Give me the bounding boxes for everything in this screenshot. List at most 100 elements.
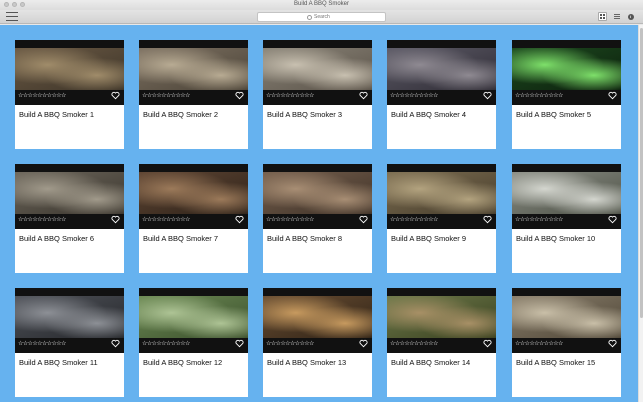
- video-thumbnail[interactable]: ☆☆☆☆☆☆☆☆☆☆: [139, 288, 248, 353]
- video-thumbnail[interactable]: ☆☆☆☆☆☆☆☆☆☆: [263, 164, 372, 229]
- thumbnail-image: [263, 296, 372, 338]
- star-rating[interactable]: ☆☆☆☆☆☆☆☆☆☆: [390, 217, 438, 224]
- star-rating[interactable]: ☆☆☆☆☆☆☆☆☆☆: [142, 341, 190, 348]
- heart-icon[interactable]: [235, 215, 244, 224]
- video-title: Build A BBQ Smoker 6: [19, 234, 95, 243]
- star-rating[interactable]: ☆☆☆☆☆☆☆☆☆☆: [142, 93, 190, 100]
- star-rating[interactable]: ☆☆☆☆☆☆☆☆☆☆: [266, 341, 314, 348]
- menu-icon[interactable]: [6, 12, 18, 21]
- video-card[interactable]: ☆☆☆☆☆☆☆☆☆☆ Build A BBQ Smoker 1: [15, 40, 124, 149]
- title-bar: Build A BBQ Smoker: [0, 0, 643, 10]
- star-rating[interactable]: ☆☆☆☆☆☆☆☆☆☆: [390, 341, 438, 348]
- heart-icon[interactable]: [608, 91, 617, 100]
- video-thumbnail[interactable]: ☆☆☆☆☆☆☆☆☆☆: [15, 288, 124, 353]
- video-card[interactable]: ☆☆☆☆☆☆☆☆☆☆ Build A BBQ Smoker 7: [139, 164, 248, 273]
- thumbnail-image: [263, 172, 372, 214]
- video-title: Build A BBQ Smoker 5: [516, 110, 592, 119]
- video-title: Build A BBQ Smoker 10: [516, 234, 596, 243]
- thumbnail-image: [387, 172, 496, 214]
- search-icon: [307, 14, 312, 20]
- video-card[interactable]: ☆☆☆☆☆☆☆☆☆☆ Build A BBQ Smoker 12: [139, 288, 248, 397]
- video-thumbnail[interactable]: ☆☆☆☆☆☆☆☆☆☆: [512, 288, 621, 353]
- video-card[interactable]: ☆☆☆☆☆☆☆☆☆☆ Build A BBQ Smoker 10: [512, 164, 621, 273]
- video-thumbnail[interactable]: ☆☆☆☆☆☆☆☆☆☆: [387, 288, 496, 353]
- heart-icon[interactable]: [608, 339, 617, 348]
- thumbnail-image: [139, 296, 248, 338]
- video-thumbnail[interactable]: ☆☆☆☆☆☆☆☆☆☆: [15, 164, 124, 229]
- grid-view-icon: [600, 14, 605, 19]
- video-card[interactable]: ☆☆☆☆☆☆☆☆☆☆ Build A BBQ Smoker 4: [387, 40, 496, 149]
- video-title: Build A BBQ Smoker 4: [391, 110, 467, 119]
- video-thumbnail[interactable]: ☆☆☆☆☆☆☆☆☆☆: [15, 40, 124, 105]
- star-rating[interactable]: ☆☆☆☆☆☆☆☆☆☆: [18, 93, 66, 100]
- video-thumbnail[interactable]: ☆☆☆☆☆☆☆☆☆☆: [512, 164, 621, 229]
- video-grid: ☆☆☆☆☆☆☆☆☆☆ Build A BBQ Smoker 1 ☆☆☆☆☆☆☆☆☆☆…: [0, 25, 638, 402]
- star-rating[interactable]: ☆☆☆☆☆☆☆☆☆☆: [142, 217, 190, 224]
- video-card[interactable]: ☆☆☆☆☆☆☆☆☆☆ Build A BBQ Smoker 13: [263, 288, 372, 397]
- vertical-scrollbar[interactable]: [638, 25, 643, 402]
- video-card[interactable]: ☆☆☆☆☆☆☆☆☆☆ Build A BBQ Smoker 6: [15, 164, 124, 273]
- thumbnail-image: [387, 296, 496, 338]
- video-thumbnail[interactable]: ☆☆☆☆☆☆☆☆☆☆: [512, 40, 621, 105]
- video-card[interactable]: ☆☆☆☆☆☆☆☆☆☆ Build A BBQ Smoker 8: [263, 164, 372, 273]
- thumbnail-image: [512, 172, 621, 214]
- video-thumbnail[interactable]: ☆☆☆☆☆☆☆☆☆☆: [139, 164, 248, 229]
- heart-icon[interactable]: [359, 339, 368, 348]
- thumbnail-image: [387, 48, 496, 90]
- heart-icon[interactable]: [235, 91, 244, 100]
- heart-icon[interactable]: [608, 215, 617, 224]
- video-title: Build A BBQ Smoker 12: [143, 358, 223, 367]
- star-rating[interactable]: ☆☆☆☆☆☆☆☆☆☆: [266, 93, 314, 100]
- thumbnail-image: [15, 48, 124, 90]
- heart-icon[interactable]: [359, 91, 368, 100]
- star-rating[interactable]: ☆☆☆☆☆☆☆☆☆☆: [515, 93, 563, 100]
- search-input[interactable]: [314, 14, 336, 20]
- video-card[interactable]: ☆☆☆☆☆☆☆☆☆☆ Build A BBQ Smoker 2: [139, 40, 248, 149]
- video-title: Build A BBQ Smoker 9: [391, 234, 467, 243]
- video-card[interactable]: ☆☆☆☆☆☆☆☆☆☆ Build A BBQ Smoker 15: [512, 288, 621, 397]
- star-rating[interactable]: ☆☆☆☆☆☆☆☆☆☆: [266, 217, 314, 224]
- video-card[interactable]: ☆☆☆☆☆☆☆☆☆☆ Build A BBQ Smoker 3: [263, 40, 372, 149]
- heart-icon[interactable]: [359, 215, 368, 224]
- video-thumbnail[interactable]: ☆☆☆☆☆☆☆☆☆☆: [139, 40, 248, 105]
- thumbnail-image: [139, 172, 248, 214]
- heart-icon[interactable]: [235, 339, 244, 348]
- toolbar: i: [0, 10, 643, 24]
- video-title: Build A BBQ Smoker 8: [267, 234, 343, 243]
- video-thumbnail[interactable]: ☆☆☆☆☆☆☆☆☆☆: [387, 40, 496, 105]
- video-thumbnail[interactable]: ☆☆☆☆☆☆☆☆☆☆: [263, 40, 372, 105]
- thumbnail-image: [15, 296, 124, 338]
- star-rating[interactable]: ☆☆☆☆☆☆☆☆☆☆: [18, 217, 66, 224]
- star-rating[interactable]: ☆☆☆☆☆☆☆☆☆☆: [515, 341, 563, 348]
- heart-icon[interactable]: [483, 339, 492, 348]
- thumbnail-image: [139, 48, 248, 90]
- video-thumbnail[interactable]: ☆☆☆☆☆☆☆☆☆☆: [387, 164, 496, 229]
- video-thumbnail[interactable]: ☆☆☆☆☆☆☆☆☆☆: [263, 288, 372, 353]
- list-view-button[interactable]: [612, 12, 621, 21]
- heart-icon[interactable]: [111, 215, 120, 224]
- video-title: Build A BBQ Smoker 1: [19, 110, 95, 119]
- view-mode-switcher: i: [598, 12, 635, 21]
- video-card[interactable]: ☆☆☆☆☆☆☆☆☆☆ Build A BBQ Smoker 14: [387, 288, 496, 397]
- star-rating[interactable]: ☆☆☆☆☆☆☆☆☆☆: [390, 93, 438, 100]
- video-title: Build A BBQ Smoker 2: [143, 110, 219, 119]
- star-rating[interactable]: ☆☆☆☆☆☆☆☆☆☆: [18, 341, 66, 348]
- video-title: Build A BBQ Smoker 7: [143, 234, 219, 243]
- list-view-icon: [613, 14, 620, 19]
- video-title: Build A BBQ Smoker 3: [267, 110, 343, 119]
- video-card[interactable]: ☆☆☆☆☆☆☆☆☆☆ Build A BBQ Smoker 11: [15, 288, 124, 397]
- heart-icon[interactable]: [483, 215, 492, 224]
- video-title: Build A BBQ Smoker 11: [19, 358, 98, 367]
- video-card[interactable]: ☆☆☆☆☆☆☆☆☆☆ Build A BBQ Smoker 9: [387, 164, 496, 273]
- info-button[interactable]: i: [626, 12, 635, 21]
- heart-icon[interactable]: [111, 91, 120, 100]
- heart-icon[interactable]: [111, 339, 120, 348]
- search-box[interactable]: [257, 12, 386, 22]
- info-icon: i: [627, 13, 634, 20]
- grid-view-button[interactable]: [598, 12, 607, 21]
- heart-icon[interactable]: [483, 91, 492, 100]
- video-title: Build A BBQ Smoker 13: [267, 358, 347, 367]
- thumbnail-image: [263, 48, 372, 90]
- star-rating[interactable]: ☆☆☆☆☆☆☆☆☆☆: [515, 217, 563, 224]
- video-card[interactable]: ☆☆☆☆☆☆☆☆☆☆ Build A BBQ Smoker 5: [512, 40, 621, 149]
